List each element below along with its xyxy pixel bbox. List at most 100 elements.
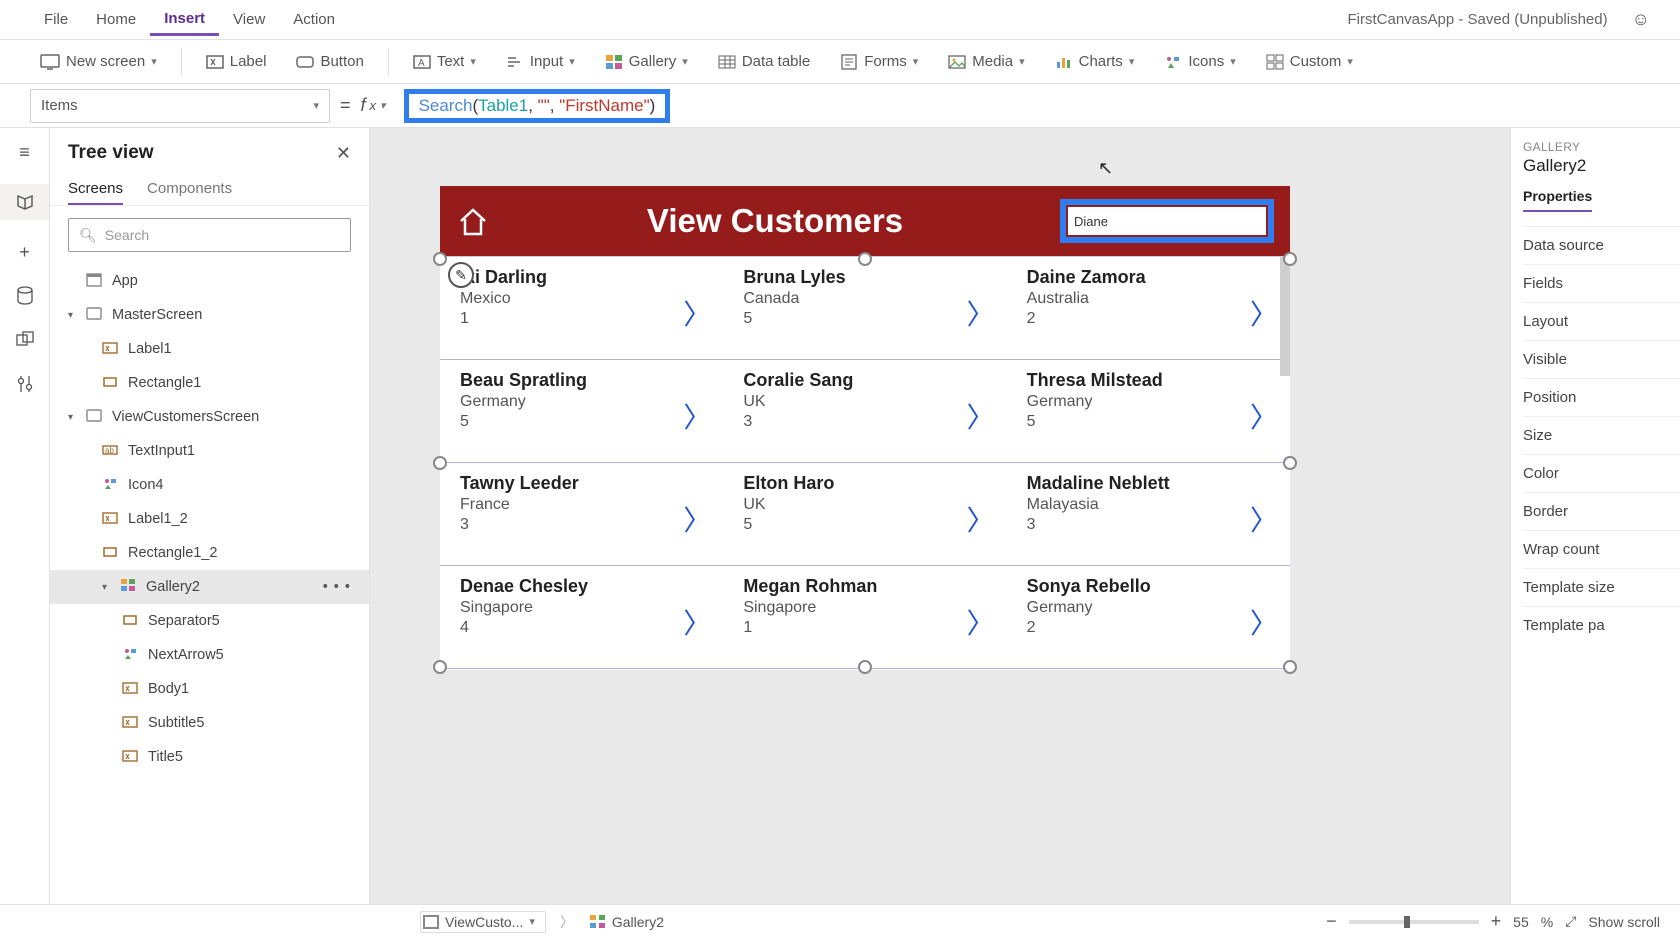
- help-icon[interactable]: ☺: [1626, 9, 1650, 30]
- tree-node-textinput1[interactable]: abTextInput1: [50, 434, 369, 468]
- tree-tab-screens[interactable]: Screens: [68, 174, 123, 205]
- prop-row-template-size[interactable]: Template size: [1523, 568, 1680, 606]
- tree-search-input[interactable]: 🔍︎ Search: [68, 218, 351, 252]
- forms-button[interactable]: Forms ▾: [830, 49, 928, 74]
- filter-input[interactable]: Diane: [1068, 207, 1266, 235]
- gallery-scrollbar[interactable]: [1280, 256, 1290, 376]
- gallery-item[interactable]: Beau SpratlingGermany5〉: [440, 360, 723, 462]
- property-selector[interactable]: Items ▾: [30, 89, 330, 123]
- expand-icon[interactable]: ▾: [68, 310, 78, 321]
- tree-node-subtitle5[interactable]: Subtitle5: [50, 706, 369, 740]
- tree-node-title5[interactable]: Title5: [50, 740, 369, 774]
- tree-node-label1[interactable]: Label1: [50, 332, 369, 366]
- text-button[interactable]: A Text ▾: [403, 49, 486, 74]
- properties-tab[interactable]: Properties: [1523, 188, 1592, 212]
- next-arrow-icon[interactable]: 〉: [967, 602, 995, 642]
- tree-node-gallery2[interactable]: ▾Gallery2• • •: [50, 570, 369, 604]
- gallery-item[interactable]: Thresa MilsteadGermany5〉: [1007, 360, 1290, 462]
- datatable-button[interactable]: Data table: [708, 49, 820, 74]
- canvas-area[interactable]: ↖ View Customers Diane ✎ iki DarlingMexi…: [370, 128, 1510, 904]
- gallery-item[interactable]: Tawny LeederFrance3〉: [440, 463, 723, 565]
- tree-node-masterscreen[interactable]: ▾MasterScreen: [50, 298, 369, 332]
- icons-button[interactable]: Icons ▾: [1154, 49, 1245, 74]
- next-arrow-icon[interactable]: 〉: [683, 293, 711, 333]
- tree-node-body1[interactable]: Body1: [50, 672, 369, 706]
- prop-row-size[interactable]: Size: [1523, 416, 1680, 454]
- svg-text:ab: ab: [105, 446, 114, 455]
- edit-gallery-icon[interactable]: ✎: [448, 262, 474, 288]
- hamburger-icon[interactable]: ≡: [13, 140, 37, 164]
- close-icon[interactable]: ✕: [336, 143, 351, 164]
- menu-insert[interactable]: Insert: [150, 4, 219, 36]
- fx-icon[interactable]: fx▾: [361, 95, 386, 116]
- gallery-item[interactable]: iki DarlingMexico1〉: [440, 257, 723, 359]
- gallery-button[interactable]: Gallery ▾: [595, 49, 698, 74]
- expand-icon[interactable]: ▾: [68, 412, 78, 423]
- zoom-in-button[interactable]: +: [1491, 911, 1502, 932]
- formula-input[interactable]: Search(Table1, "", "FirstName"): [396, 85, 1650, 127]
- next-arrow-icon[interactable]: 〉: [967, 499, 995, 539]
- next-arrow-icon[interactable]: 〉: [683, 396, 711, 436]
- next-arrow-icon[interactable]: 〉: [683, 602, 711, 642]
- next-arrow-icon[interactable]: 〉: [1250, 293, 1278, 333]
- gallery-item[interactable]: Madaline NeblettMalayasia3〉: [1007, 463, 1290, 565]
- next-arrow-icon[interactable]: 〉: [1250, 396, 1278, 436]
- zoom-slider[interactable]: [1349, 920, 1479, 924]
- prop-row-data-source[interactable]: Data source: [1523, 226, 1680, 264]
- tools-icon[interactable]: [13, 372, 37, 396]
- gallery-item[interactable]: Elton HaroUK5〉: [723, 463, 1006, 565]
- gallery-item[interactable]: Coralie SangUK3〉: [723, 360, 1006, 462]
- menu-home[interactable]: Home: [82, 5, 150, 34]
- prop-row-template-pa[interactable]: Template pa: [1523, 606, 1680, 644]
- prop-row-color[interactable]: Color: [1523, 454, 1680, 492]
- prop-row-fields[interactable]: Fields: [1523, 264, 1680, 302]
- next-arrow-icon[interactable]: 〉: [683, 499, 711, 539]
- breadcrumb-control[interactable]: Gallery2: [588, 912, 674, 932]
- node-more-icon[interactable]: • • •: [323, 579, 365, 595]
- data-icon[interactable]: [13, 284, 37, 308]
- tree-node-rectangle1_2[interactable]: Rectangle1_2: [50, 536, 369, 570]
- label-icon: [122, 680, 140, 698]
- gallery-item[interactable]: Megan RohmanSingapore1〉: [723, 566, 1006, 668]
- expand-icon[interactable]: ▾: [102, 582, 112, 593]
- gallery-item[interactable]: Sonya RebelloGermany2〉: [1007, 566, 1290, 668]
- custom-button[interactable]: Custom ▾: [1256, 49, 1363, 74]
- next-arrow-icon[interactable]: 〉: [967, 396, 995, 436]
- tree-node-rectangle1[interactable]: Rectangle1: [50, 366, 369, 400]
- zoom-out-button[interactable]: −: [1326, 911, 1337, 932]
- gallery-item[interactable]: Denae ChesleySingapore4〉: [440, 566, 723, 668]
- prop-row-border[interactable]: Border: [1523, 492, 1680, 530]
- home-icon[interactable]: [456, 204, 490, 238]
- treeview-icon[interactable]: [13, 190, 37, 214]
- next-arrow-icon[interactable]: 〉: [1250, 602, 1278, 642]
- menu-action[interactable]: Action: [279, 5, 349, 34]
- prop-row-visible[interactable]: Visible: [1523, 340, 1680, 378]
- menu-file[interactable]: File: [30, 5, 82, 34]
- charts-button[interactable]: Charts ▾: [1045, 49, 1145, 74]
- prop-row-wrap-count[interactable]: Wrap count: [1523, 530, 1680, 568]
- gallery-item[interactable]: Daine ZamoraAustralia2〉: [1007, 257, 1290, 359]
- next-arrow-icon[interactable]: 〉: [1250, 499, 1278, 539]
- fullscreen-icon[interactable]: ⤢: [1565, 913, 1576, 930]
- tree-node-viewcustomersscreen[interactable]: ▾ViewCustomersScreen: [50, 400, 369, 434]
- menu-view[interactable]: View: [219, 5, 279, 34]
- tree-node-icon4[interactable]: Icon4: [50, 468, 369, 502]
- add-icon[interactable]: +: [13, 240, 37, 264]
- prop-row-layout[interactable]: Layout: [1523, 302, 1680, 340]
- tree-node-app[interactable]: App: [50, 264, 369, 298]
- next-arrow-icon[interactable]: 〉: [967, 293, 995, 333]
- input-button[interactable]: Input ▾: [496, 49, 585, 74]
- gallery-item[interactable]: Bruna LylesCanada5〉: [723, 257, 1006, 359]
- label-button[interactable]: Label: [196, 49, 277, 74]
- tree-tab-components[interactable]: Components: [147, 174, 232, 205]
- media-button[interactable]: Media ▾: [938, 49, 1034, 74]
- media-rail-icon[interactable]: [13, 328, 37, 352]
- button-button[interactable]: Button: [286, 49, 373, 74]
- tree-node-separator5[interactable]: Separator5: [50, 604, 369, 638]
- prop-row-position[interactable]: Position: [1523, 378, 1680, 416]
- tree-node-nextarrow5[interactable]: NextArrow5: [50, 638, 369, 672]
- breadcrumb-screen[interactable]: ViewCusto... ▾: [420, 911, 546, 933]
- new-screen-button[interactable]: New screen ▾: [30, 49, 167, 74]
- tree-node-label1_2[interactable]: Label1_2: [50, 502, 369, 536]
- customer-gallery[interactable]: iki DarlingMexico1〉Bruna LylesCanada5〉Da…: [440, 256, 1290, 670]
